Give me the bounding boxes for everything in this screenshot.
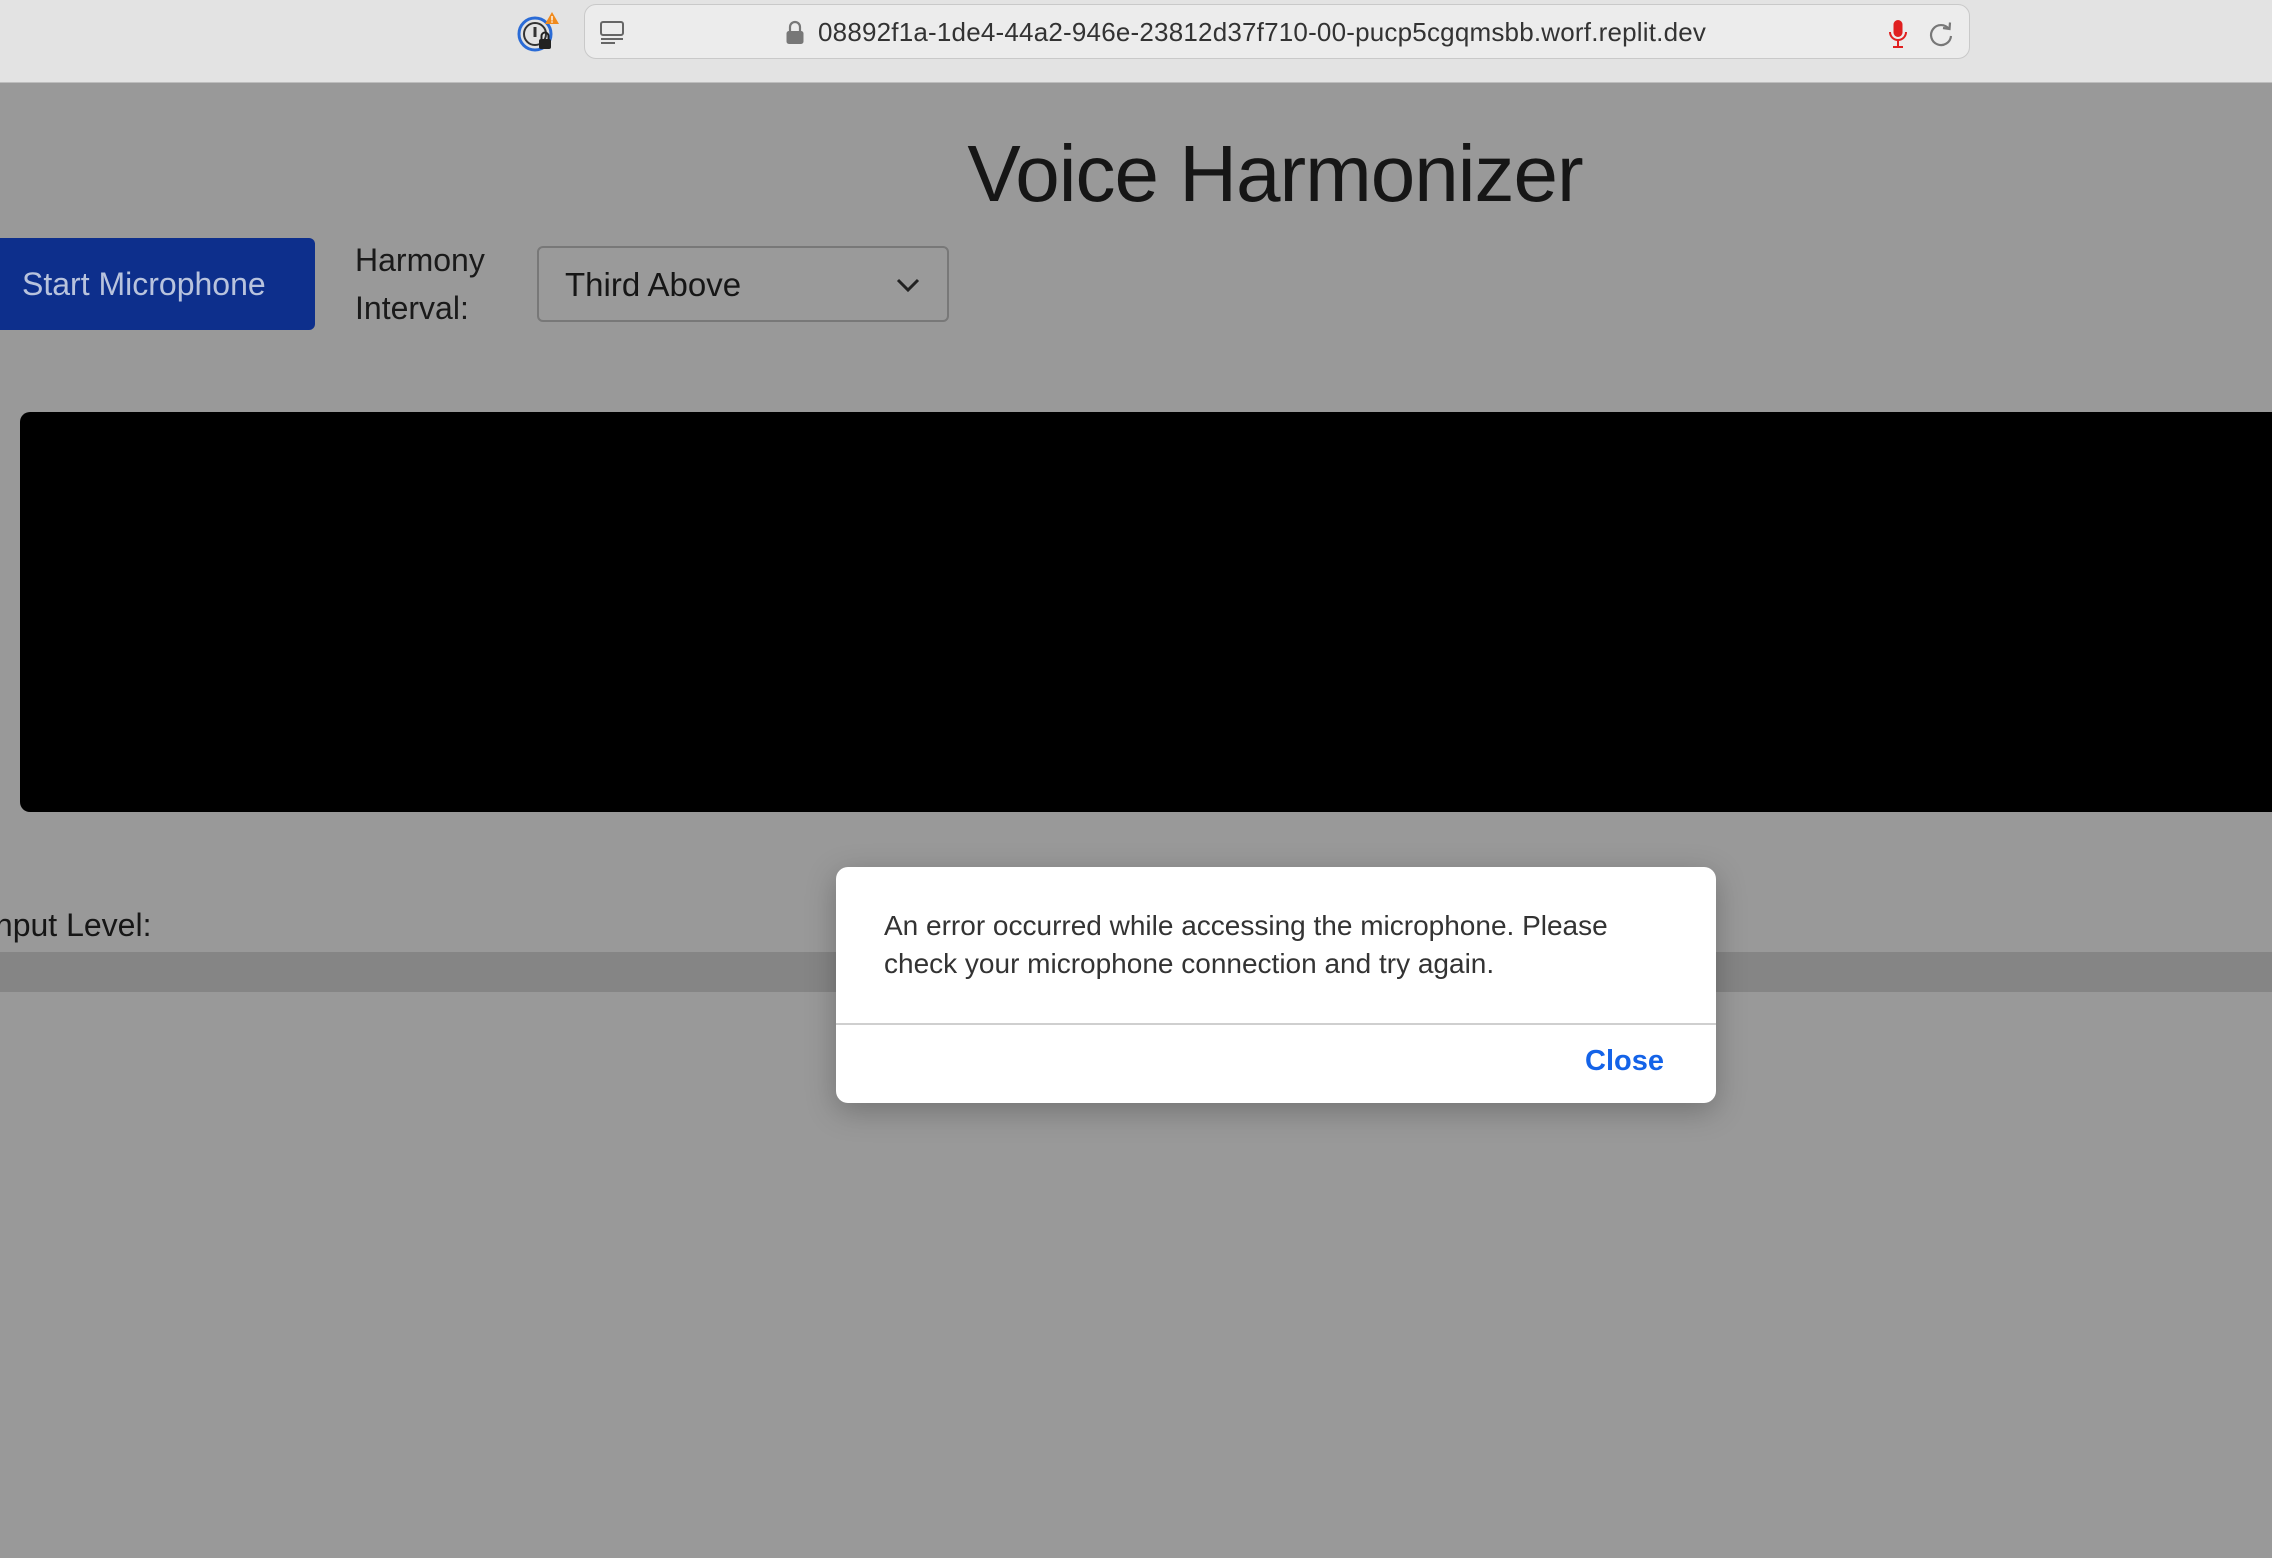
address-bar[interactable]: 08892f1a-1de4-44a2-946e-23812d37f710-00-… (584, 4, 1970, 59)
audio-visualizer (20, 412, 2272, 812)
input-level-label: Input Level: (0, 907, 152, 943)
harmony-interval-select[interactable]: Third Above (537, 246, 949, 322)
sidebar-icon[interactable] (599, 19, 625, 45)
harmony-interval-value: Third Above (565, 266, 742, 303)
url-text: 08892f1a-1de4-44a2-946e-23812d37f710-00-… (818, 17, 1707, 47)
lock-icon (786, 20, 804, 44)
harmony-interval-label: Harmony Interval: (355, 242, 485, 326)
reload-icon[interactable] (1927, 20, 1955, 48)
start-microphone-button[interactable]: Start Microphone (0, 238, 315, 330)
error-message: An error occurred while accessing the mi… (884, 910, 1608, 979)
browser-toolbar: 08892f1a-1de4-44a2-946e-23812d37f710-00-… (0, 0, 2272, 83)
dialog-divider (836, 1023, 1716, 1025)
page-title: Voice Harmonizer (967, 129, 1583, 218)
password-manager-icon[interactable] (515, 12, 559, 56)
microphone-icon[interactable] (1887, 19, 1909, 49)
chevron-down-icon (896, 278, 920, 293)
page-content: Voice Harmonizer Start Microphone Harmon… (0, 84, 2272, 1558)
close-button[interactable]: Close (1585, 1045, 1664, 1078)
error-dialog: An error occurred while accessing the mi… (836, 867, 1716, 1103)
